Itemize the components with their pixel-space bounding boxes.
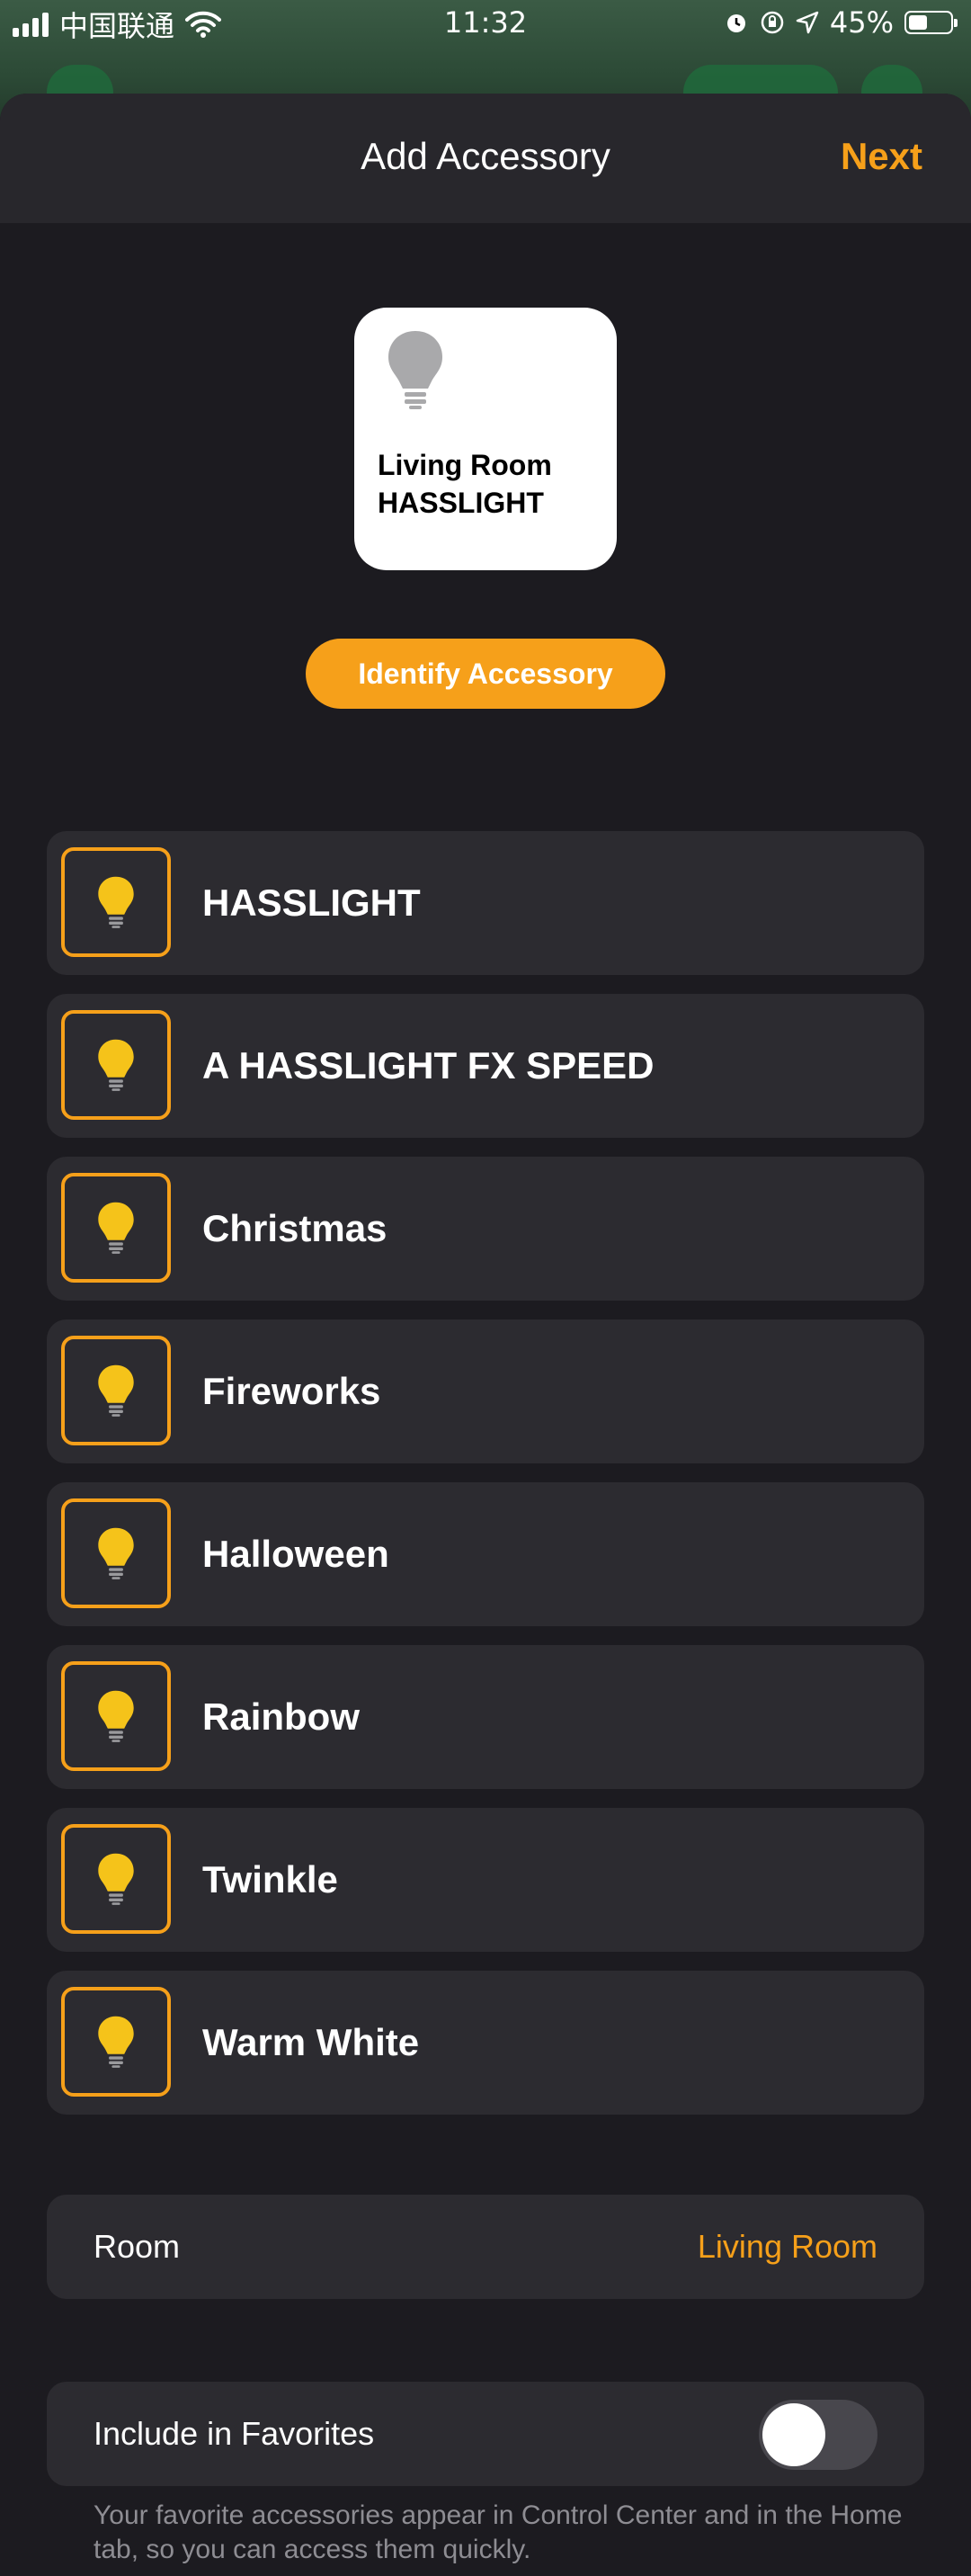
accessory-tile[interactable]: Living Room HASSLIGHT xyxy=(354,308,617,570)
accessory-row[interactable]: Christmas xyxy=(47,1157,924,1301)
accessory-label: Warm White xyxy=(202,2021,420,2063)
accessory-icon-box xyxy=(61,1987,171,2097)
identify-accessory-button[interactable]: Identify Accessory xyxy=(306,639,665,709)
rotation-lock-icon xyxy=(761,11,784,34)
favorites-toggle[interactable] xyxy=(759,2400,877,2470)
accessory-icon-box xyxy=(61,1661,171,1771)
accessory-row[interactable]: Fireworks xyxy=(47,1319,924,1463)
location-icon xyxy=(796,11,819,34)
lightbulb-icon xyxy=(98,1364,134,1417)
lightbulb-icon xyxy=(98,1039,134,1091)
lightbulb-icon xyxy=(98,2016,134,2068)
accessory-tile-name: Living Room HASSLIGHT xyxy=(378,446,552,522)
accessory-label: Twinkle xyxy=(202,1858,338,1901)
accessory-label: Rainbow xyxy=(202,1695,360,1738)
alarm-icon xyxy=(726,14,745,32)
lightbulb-icon xyxy=(388,331,442,409)
accessory-row[interactable]: HASSLIGHT xyxy=(47,831,924,975)
room-label: Room xyxy=(94,2228,181,2265)
lightbulb-icon xyxy=(98,1202,134,1254)
tile-name-line2: HASSLIGHT xyxy=(378,487,544,519)
tile-name-line1: Living Room xyxy=(378,449,552,481)
accessory-row[interactable]: Halloween xyxy=(47,1482,924,1626)
page-title: Add Accessory xyxy=(361,135,610,177)
nav-bar: Add Accessory Next xyxy=(0,94,971,223)
status-bar: 中国联通 11:32 45% xyxy=(0,0,971,49)
lightbulb-icon xyxy=(98,876,134,928)
lightbulb-icon xyxy=(98,1527,134,1579)
accessory-icon-box xyxy=(61,847,171,957)
accessory-label: HASSLIGHT xyxy=(202,881,421,924)
battery-icon xyxy=(904,11,958,34)
toggle-knob xyxy=(762,2403,825,2466)
battery-percent: 45% xyxy=(829,5,894,40)
favorites-label: Include in Favorites xyxy=(94,2415,375,2452)
accessory-icon-box xyxy=(61,1498,171,1608)
favorites-footer: Your favorite accessories appear in Cont… xyxy=(94,2500,903,2564)
accessory-icon-box xyxy=(61,1173,171,1283)
accessory-icon-box xyxy=(61,1824,171,1934)
next-button[interactable]: Next xyxy=(841,135,922,178)
accessory-row[interactable]: Warm White xyxy=(47,1971,924,2115)
accessory-row[interactable]: Rainbow xyxy=(47,1645,924,1789)
accessory-row[interactable]: A HASSLIGHT FX SPEED xyxy=(47,994,924,1138)
lightbulb-icon xyxy=(98,1853,134,1905)
accessory-label: A HASSLIGHT FX SPEED xyxy=(202,1044,655,1087)
room-row[interactable]: Room Living Room xyxy=(47,2195,924,2299)
lightbulb-icon xyxy=(98,1690,134,1742)
add-accessory-sheet: Add Accessory Next Living Room HASSLIGHT… xyxy=(0,94,971,2576)
accessory-label: Christmas xyxy=(202,1207,388,1249)
accessory-row[interactable]: Twinkle xyxy=(47,1808,924,1952)
room-value: Living Room xyxy=(697,2228,877,2265)
accessory-icon-box xyxy=(61,1336,171,1445)
accessory-label: Halloween xyxy=(202,1533,389,1575)
accessory-label: Fireworks xyxy=(202,1370,381,1412)
favorites-row: Include in Favorites xyxy=(47,2382,924,2486)
accessory-icon-box xyxy=(61,1010,171,1120)
